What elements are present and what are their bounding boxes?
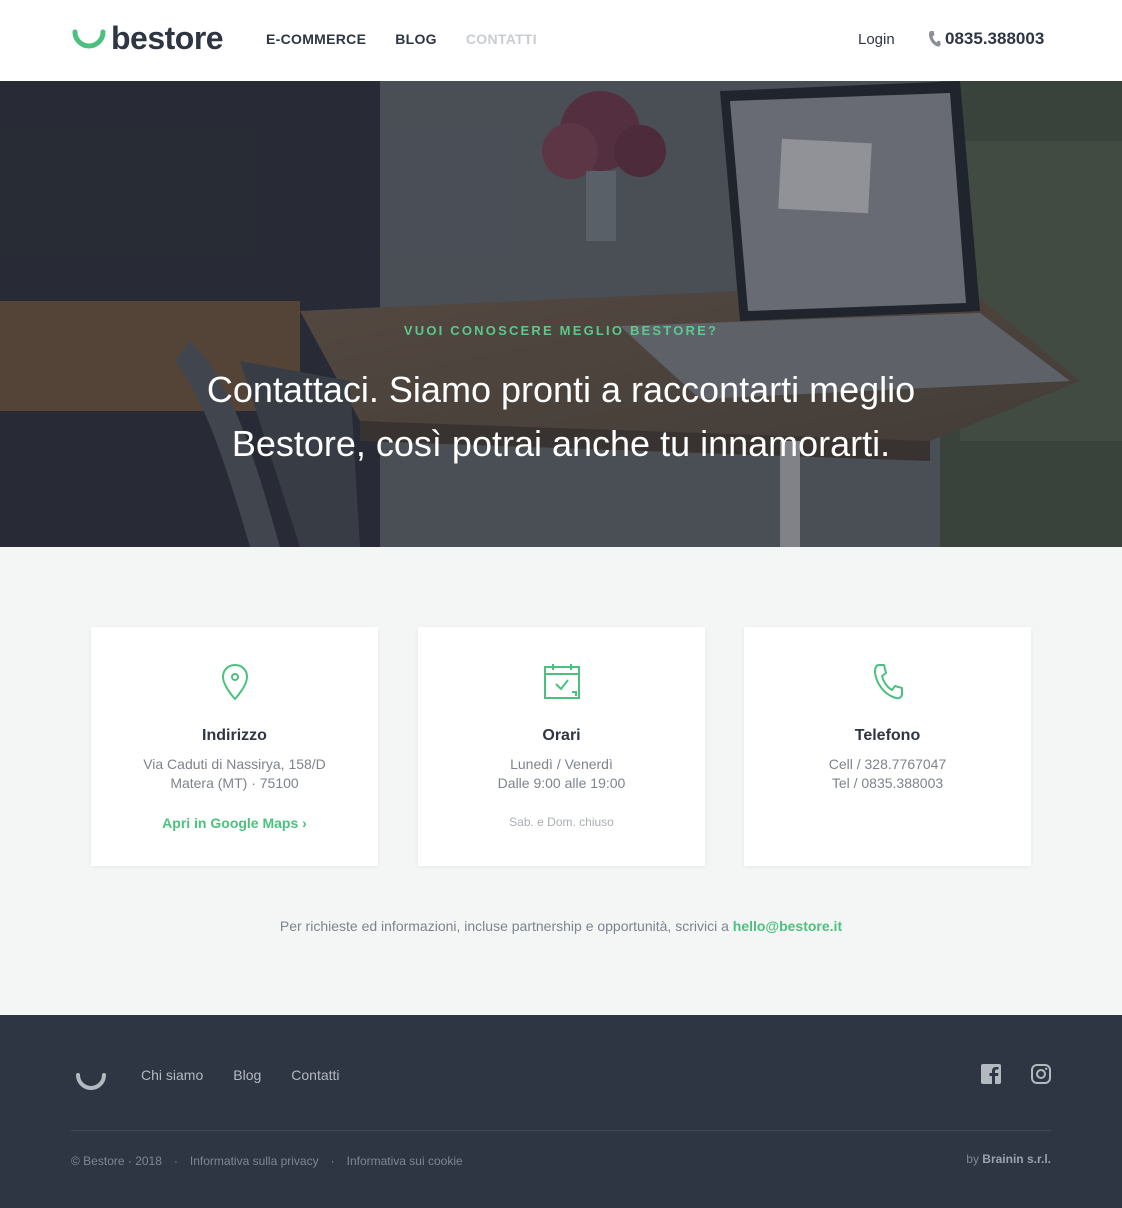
footer-nav-contatti[interactable]: Contatti bbox=[291, 1067, 339, 1083]
contact-text: Per richieste ed informazioni, incluse p… bbox=[0, 918, 1122, 934]
address-card: Indirizzo Via Caduti di Nassirya, 158/D … bbox=[91, 627, 378, 866]
credits-prefix: by bbox=[966, 1152, 979, 1166]
hours-card: Orari Lunedì / Venerdì Dalle 9:00 alle 1… bbox=[418, 627, 705, 866]
logo-text: bestore bbox=[111, 20, 224, 56]
credits-company[interactable]: Brainin s.r.l. bbox=[982, 1152, 1051, 1166]
phone-cell: Cell / 328.7767047 bbox=[828, 756, 947, 772]
contact-info-section: Indirizzo Via Caduti di Nassirya, 158/D … bbox=[0, 547, 1122, 1015]
hours-title: Orari bbox=[542, 727, 581, 744]
google-maps-link[interactable]: Apri in Google Maps › bbox=[91, 815, 378, 831]
footer-nav-blog[interactable]: Blog bbox=[233, 1067, 261, 1083]
hero-title: Contattaci. Siamo pronti a raccontarti m… bbox=[206, 369, 916, 464]
hero-eyebrow: VUOI CONOSCERE MEGLIO BESTORE? bbox=[403, 323, 719, 338]
logo[interactable]: bestore bbox=[71, 20, 224, 56]
footer-nav: Chi siamo Blog Contatti bbox=[141, 1067, 370, 1083]
nav-blog[interactable]: BLOG bbox=[395, 31, 437, 47]
address-title: Indirizzo bbox=[202, 727, 267, 744]
facebook-icon[interactable] bbox=[980, 1063, 1002, 1085]
footer-nav-chi-siamo[interactable]: Chi siamo bbox=[141, 1067, 203, 1083]
address-line-2: Matera (MT) · 75100 bbox=[170, 775, 299, 791]
site-footer: Chi siamo Blog Contatti © Bestore · 2018… bbox=[0, 1015, 1122, 1208]
hours-weekend-note: Sab. e Dom. chiuso bbox=[509, 815, 614, 829]
logo-smile-icon bbox=[71, 20, 107, 56]
phone-icon bbox=[744, 663, 1031, 701]
site-header: bestore E-COMMERCE BLOG CONTATTI Login 0… bbox=[0, 0, 1122, 81]
contact-email-link[interactable]: hello@bestore.it bbox=[733, 918, 842, 934]
nav-ecommerce[interactable]: E-COMMERCE bbox=[266, 31, 366, 47]
instagram-icon[interactable] bbox=[1030, 1063, 1052, 1085]
hours-line-2: Dalle 9:00 alle 19:00 bbox=[497, 775, 626, 791]
address-line-1: Via Caduti di Nassirya, 158/D bbox=[143, 756, 326, 772]
phone-icon bbox=[929, 31, 941, 47]
cookie-link[interactable]: Informativa sui cookie bbox=[347, 1154, 463, 1168]
footer-logo-icon[interactable] bbox=[74, 1065, 108, 1099]
header-phone-link[interactable]: 0835.388003 bbox=[928, 29, 1044, 49]
footer-divider bbox=[71, 1130, 1051, 1131]
phone-card: Telefono Cell / 328.7767047 Tel / 0835.3… bbox=[744, 627, 1031, 866]
contact-text-label: Per richieste ed informazioni, incluse p… bbox=[279, 918, 729, 934]
nav-contatti[interactable]: CONTATTI bbox=[466, 31, 537, 47]
hours-line-1: Lunedì / Venerdì bbox=[510, 756, 613, 772]
footer-legal: © Bestore · 2018 · Informativa sulla pri… bbox=[71, 1154, 463, 1168]
map-pin-icon bbox=[91, 663, 378, 701]
login-link[interactable]: Login bbox=[858, 31, 895, 49]
copyright: © Bestore · 2018 bbox=[71, 1154, 162, 1168]
privacy-link[interactable]: Informativa sulla privacy bbox=[190, 1154, 319, 1168]
credits: by Brainin s.r.l. bbox=[966, 1152, 1051, 1166]
calendar-check-icon bbox=[418, 663, 705, 701]
phone-title: Telefono bbox=[854, 727, 921, 744]
header-phone-number: 0835.388003 bbox=[945, 29, 1045, 48]
hero: VUOI CONOSCERE MEGLIO BESTORE? Contattac… bbox=[0, 81, 1122, 547]
phone-tel: Tel / 0835.388003 bbox=[831, 775, 944, 791]
main-nav: E-COMMERCE BLOG CONTATTI bbox=[266, 31, 566, 47]
